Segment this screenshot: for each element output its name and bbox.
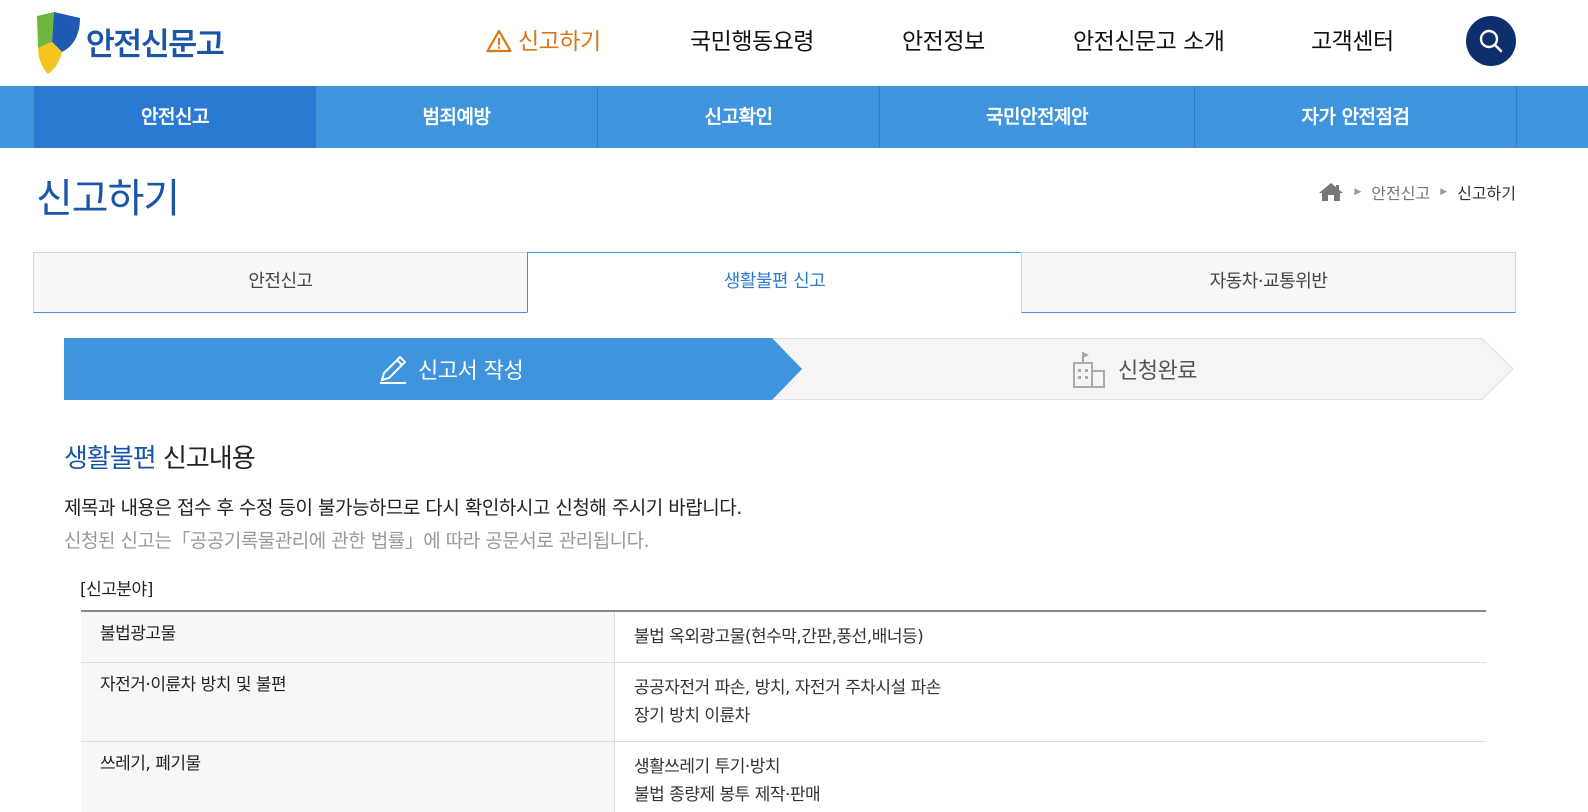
table-row[interactable]: 쓰레기, 폐기물 생활쓰레기 투기·방치 불법 종량제 봉투 제작·판매 [81, 742, 1486, 812]
search-button[interactable] [1466, 16, 1516, 66]
page-title: 신고하기 [36, 176, 180, 222]
progress-steps: 신고서 작성 신청완료 [64, 338, 1514, 400]
gnb-item-label: 신고하기 [518, 29, 601, 55]
step-write-report: 신고서 작성 [376, 338, 524, 400]
tab-vehicle-traffic[interactable]: 자동차·교통위반 [1021, 252, 1516, 313]
warning-icon [486, 29, 512, 52]
description-line: 공공자전거 파손, 방치, 자전거 주차시설 파손 [634, 678, 941, 698]
subnav-item-self-check[interactable]: 자가 안전점검 [1195, 86, 1517, 148]
gnb-item-safety-info[interactable]: 안전정보 [902, 24, 985, 60]
tab-safety-report[interactable]: 안전신고 [33, 252, 528, 313]
category-description: 생활쓰레기 투기·방치 불법 종량제 봉투 제작·판매 [615, 742, 1486, 812]
building-icon [1073, 352, 1105, 388]
category-name: 불법광고물 [81, 612, 615, 662]
subnav-item-report-check[interactable]: 신고확인 [598, 86, 880, 148]
subnav-item-crime-prevention[interactable]: 범죄예방 [316, 86, 598, 148]
site-header: 안전신문고 신고하기 국민행동요령 안전정보 안전신문고 소개 고객센터 [0, 0, 1588, 87]
breadcrumb-item-safety-report[interactable]: 안전신고 [1371, 180, 1430, 204]
search-icon [1479, 29, 1503, 53]
field-label-category: [신고분야] [80, 580, 153, 600]
tab-living-inconvenience[interactable]: 생활불편 신고 [527, 252, 1022, 313]
breadcrumb: ▶ 안전신고 ▶ 신고하기 [1318, 180, 1516, 204]
category-description: 불법 옥외광고물(현수막,간판,풍선,배너등) [615, 612, 1486, 662]
table-row[interactable]: 불법광고물 불법 옥외광고물(현수막,간판,풍선,배너등) [81, 612, 1486, 663]
table-row[interactable]: 자전거·이륜차 방치 및 불편 공공자전거 파손, 방치, 자전거 주차시설 파… [81, 663, 1486, 742]
notice-secondary: 신청된 신고는「공공기록물관리에 관한 법률」에 따라 공문서로 관리됩니다. [64, 530, 650, 552]
gnb-item-report[interactable]: 신고하기 [486, 24, 601, 60]
description-line: 불법 종량제 봉투 제작·판매 [634, 785, 821, 805]
breadcrumb-separator: ▶ [1354, 187, 1362, 197]
description-line: 불법 옥외광고물(현수막,간판,풍선,배너등) [634, 627, 924, 647]
gnb-item-about[interactable]: 안전신문고 소개 [1073, 24, 1225, 60]
gnb-item-action-guide[interactable]: 국민행동요령 [690, 24, 814, 60]
category-description: 공공자전거 파손, 방치, 자전거 주차시설 파손 장기 방치 이륜차 [615, 663, 1486, 741]
gnb-item-customer-center[interactable]: 고객센터 [1311, 24, 1394, 60]
main-navigation: 신고하기 국민행동요령 안전정보 안전신문고 소개 고객센터 [0, 24, 1588, 64]
section-title: 생활불편 신고내용 [64, 438, 256, 475]
section-title-rest: 신고내용 [155, 444, 256, 474]
home-icon[interactable] [1318, 182, 1344, 202]
steps-background [64, 338, 1514, 400]
breadcrumb-current: 신고하기 [1457, 184, 1516, 203]
pencil-icon [380, 355, 407, 384]
section-title-highlight: 생활불편 [64, 444, 157, 474]
step-label: 신청완료 [1118, 359, 1197, 384]
description-line: 장기 방치 이륜차 [634, 706, 750, 726]
notice-primary: 제목과 내용은 접수 후 수정 등이 불가능하므로 다시 확인하시고 신청해 주… [64, 497, 742, 519]
step-label: 신고서 작성 [418, 359, 524, 384]
subnav-item-safety-proposal[interactable]: 국민안전제안 [880, 86, 1195, 148]
subnav-item-safety-report[interactable]: 안전신고 [35, 86, 316, 148]
step-complete: 신청완료 [1070, 338, 1197, 400]
sub-navigation: 안전신고 범죄예방 신고확인 국민안전제안 자가 안전점검 [0, 86, 1588, 148]
breadcrumb-separator: ▶ [1440, 187, 1448, 197]
report-type-tabs: 안전신고 생활불편 신고 자동차·교통위반 [33, 252, 1516, 313]
category-name: 쓰레기, 폐기물 [81, 742, 615, 812]
category-name: 자전거·이륜차 방치 및 불편 [81, 663, 615, 741]
category-table: 불법광고물 불법 옥외광고물(현수막,간판,풍선,배너등) 자전거·이륜차 방치… [81, 610, 1486, 812]
description-line: 생활쓰레기 투기·방치 [634, 757, 781, 777]
